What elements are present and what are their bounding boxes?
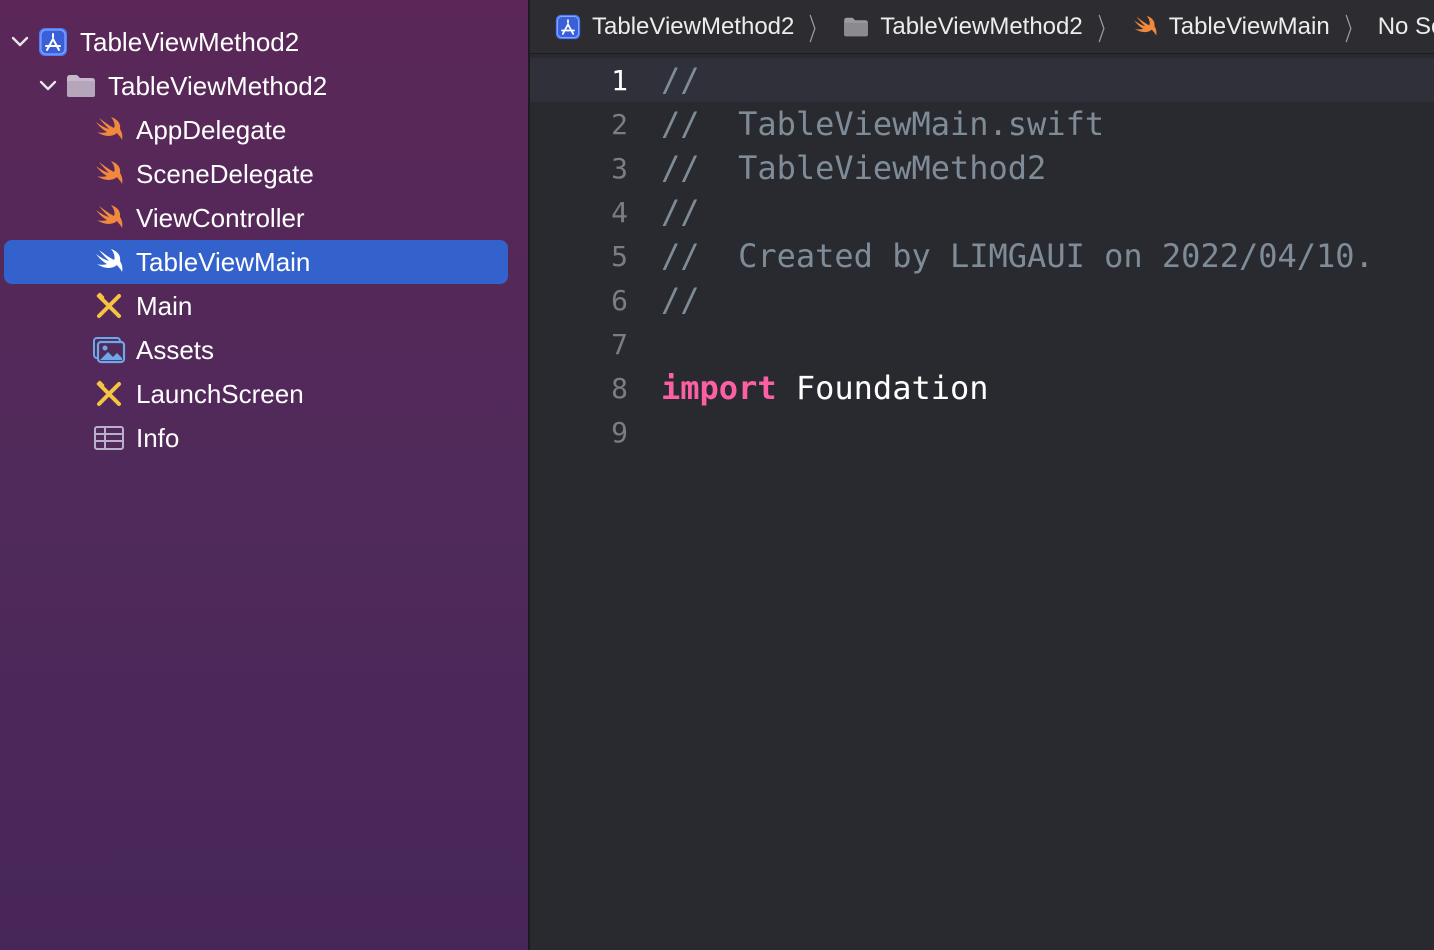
storyboard-icon: [92, 377, 126, 411]
code-statement: import Foundation: [661, 369, 989, 407]
storyboard-icon: [92, 289, 126, 323]
jumpbar-group-label: TableViewMethod2: [880, 12, 1083, 40]
code-line[interactable]: 7: [530, 322, 1434, 366]
chevron-down-icon[interactable]: [38, 76, 58, 96]
jumpbar-file[interactable]: TableViewMain: [1131, 13, 1330, 41]
swift-file-icon: [92, 113, 126, 147]
code-line[interactable]: 9: [530, 410, 1434, 454]
code-keyword: import: [661, 369, 777, 407]
navigator-item-main[interactable]: Main: [4, 284, 508, 328]
code-line[interactable]: 2 // TableViewMain.swift: [530, 102, 1434, 146]
navigator-item-label: Assets: [136, 334, 215, 365]
jumpbar-group[interactable]: TableViewMethod2: [842, 12, 1083, 41]
swift-file-icon: [1131, 13, 1159, 41]
line-number: 6: [611, 283, 628, 317]
line-number: 7: [611, 327, 628, 361]
code-line[interactable]: 1 //: [530, 58, 1434, 102]
swift-file-icon: [92, 201, 126, 235]
swift-file-icon: [92, 245, 126, 279]
code-line[interactable]: 5 // Created by LIMGAUI on 2022/04/10.: [530, 234, 1434, 278]
navigator-item-info[interactable]: Info: [4, 416, 508, 460]
code-comment: // Created by LIMGAUI on 2022/04/10.: [661, 237, 1374, 275]
chevron-right-icon: 〉: [1344, 13, 1361, 47]
navigator-item-label: AppDelegate: [136, 114, 287, 145]
asset-catalog-icon: [92, 333, 126, 367]
chevron-right-icon: 〉: [809, 13, 826, 47]
line-number: 5: [611, 239, 628, 273]
code-identifier: Foundation: [776, 369, 989, 407]
navigator-item-label: SceneDelegate: [136, 158, 314, 189]
folder-icon: [64, 69, 98, 103]
navigator-item-label: TableViewMethod2: [108, 70, 328, 101]
navigator-item-scenedelegate[interactable]: SceneDelegate: [4, 152, 508, 196]
code-comment: //: [661, 193, 700, 231]
code-comment: // TableViewMain.swift: [661, 105, 1105, 143]
line-number: 1: [611, 63, 628, 97]
navigator-item-viewcontroller[interactable]: ViewController: [4, 196, 508, 240]
navigator-item-label: TableViewMethod2: [80, 26, 300, 57]
jumpbar-file-label: TableViewMain: [1168, 12, 1330, 40]
navigator-item-tableviewmain[interactable]: TableViewMain: [4, 240, 508, 284]
code-line[interactable]: 4 //: [530, 190, 1434, 234]
navigator-item-label: Main: [136, 290, 193, 321]
code-comment: //: [661, 281, 700, 319]
jumpbar-project-label: TableViewMethod2: [592, 12, 795, 40]
line-number: 9: [611, 415, 628, 449]
project-navigator: TableViewMethod2 TableViewMethod2 AppDel…: [0, 0, 528, 950]
line-number: 2: [611, 107, 628, 141]
line-number: 8: [611, 371, 628, 405]
jumpbar-project[interactable]: TableViewMethod2: [554, 13, 794, 41]
code-line[interactable]: 3 // TableViewMethod2: [530, 146, 1434, 190]
navigator-item-assets[interactable]: Assets: [4, 328, 508, 372]
navigator-item-group[interactable]: TableViewMethod2: [4, 64, 508, 108]
jumpbar-symbol[interactable]: No Selection: [1378, 13, 1434, 41]
swift-file-icon: [92, 157, 126, 191]
chevron-right-icon: 〉: [1097, 13, 1114, 47]
jumpbar-symbol-label: No Selection: [1377, 12, 1434, 40]
code-comment: //: [661, 61, 700, 99]
code-comment: // TableViewMethod2: [661, 149, 1047, 187]
navigator-item-label: TableViewMain: [136, 246, 311, 277]
navigator-item-project[interactable]: TableViewMethod2: [4, 20, 508, 64]
xcode-project-icon: [36, 25, 70, 59]
line-number: 3: [611, 151, 628, 185]
code-line[interactable]: 8 import Foundation: [530, 366, 1434, 410]
code-line[interactable]: 6 //: [530, 278, 1434, 322]
source-editor[interactable]: TableViewMethod2 〉 TableViewMethod2 〉 Ta…: [530, 0, 1434, 950]
xcode-project-icon: [554, 13, 582, 41]
navigator-item-appdelegate[interactable]: AppDelegate: [4, 108, 508, 152]
navigator-item-label: LaunchScreen: [136, 378, 304, 409]
navigator-item-label: Info: [136, 422, 180, 453]
jump-bar: TableViewMethod2 〉 TableViewMethod2 〉 Ta…: [530, 0, 1434, 54]
folder-icon: [842, 13, 870, 41]
navigator-item-launchscreen[interactable]: LaunchScreen: [4, 372, 508, 416]
line-number: 4: [611, 195, 628, 229]
plist-icon: [92, 421, 126, 455]
navigator-item-label: ViewController: [136, 202, 305, 233]
chevron-down-icon[interactable]: [10, 32, 30, 52]
